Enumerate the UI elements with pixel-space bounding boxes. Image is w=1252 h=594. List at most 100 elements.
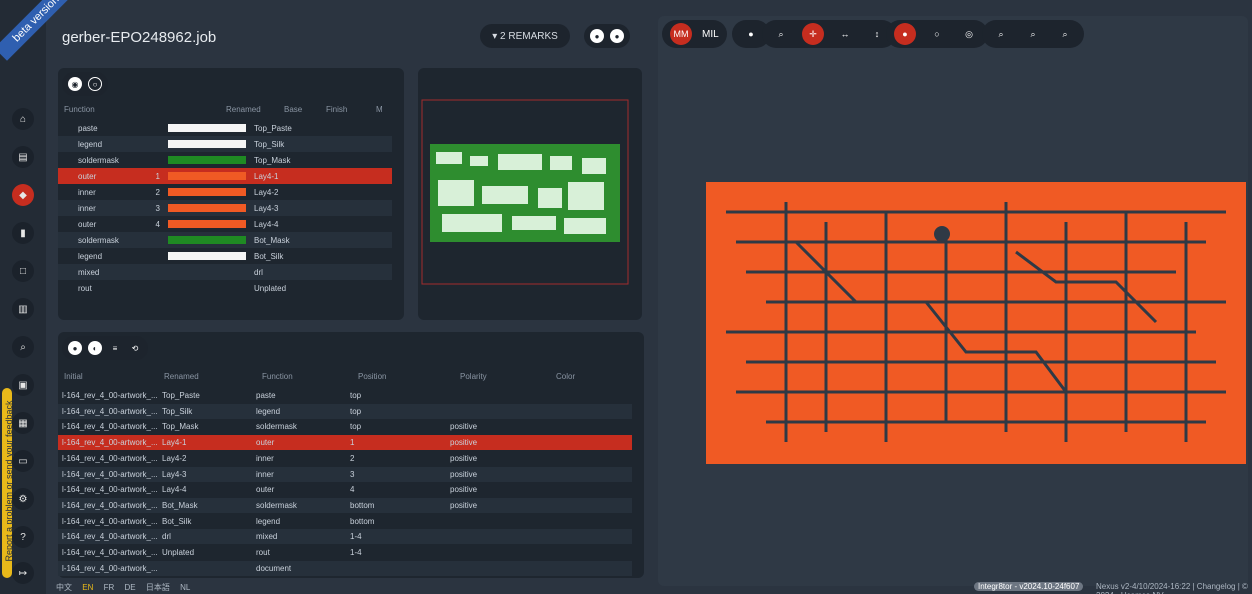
preview-panel bbox=[418, 68, 642, 320]
logout-icon[interactable]: ↦ bbox=[12, 562, 34, 584]
header-action-pill: ● ● bbox=[584, 24, 630, 48]
horizontal-icon[interactable]: ↔ bbox=[834, 23, 856, 45]
home-icon[interactable]: ⌂ bbox=[12, 108, 34, 130]
lang-nl[interactable]: NL bbox=[180, 583, 190, 592]
table-position: 1-4 bbox=[350, 548, 362, 557]
search-icon[interactable]: ⌕ bbox=[12, 336, 34, 358]
preview-svg bbox=[421, 99, 629, 285]
refresh-icon[interactable]: ⟲ bbox=[128, 341, 142, 355]
table-function: inner bbox=[256, 469, 274, 479]
table-renamed: Top_Silk bbox=[162, 406, 193, 416]
copyright: Nexus v2-4/10/2024-16:22 | Changelog | ©… bbox=[1096, 582, 1248, 594]
pcb-hole bbox=[934, 226, 950, 242]
vertical-icon[interactable]: ↕ bbox=[866, 23, 888, 45]
view-target-icon[interactable]: ◎ bbox=[958, 23, 980, 45]
header-action-2-icon[interactable]: ● bbox=[610, 29, 624, 43]
lang-en[interactable]: EN bbox=[82, 583, 93, 592]
table-initial: l-164_rev_4_00-artwork_... bbox=[62, 469, 158, 479]
table-position: top bbox=[350, 422, 362, 432]
layer-renamed: Lay4-3 bbox=[254, 203, 279, 213]
feedback-tab[interactable]: Report a problem or send your feedback bbox=[2, 388, 14, 578]
lang-fr[interactable]: FR bbox=[104, 583, 115, 592]
layer-row[interactable]: legend Top_Silk bbox=[58, 136, 392, 152]
table-row[interactable]: l-164_rev_4_00-artwork_... Lay4-3 inner … bbox=[58, 466, 632, 482]
feedback-label: Report a problem or send your feedback bbox=[4, 400, 14, 562]
square-icon[interactable]: □ bbox=[12, 260, 34, 282]
layer-row[interactable]: mixed drl bbox=[58, 264, 392, 280]
layer-row[interactable]: soldermask Top_Mask bbox=[58, 152, 392, 168]
language-links: 中文 EN FR DE 日本語 NL bbox=[56, 582, 190, 593]
lang-de[interactable]: DE bbox=[125, 583, 136, 592]
layer-row[interactable]: paste Top_Paste bbox=[58, 120, 392, 136]
table-header-initial: Initial bbox=[64, 372, 83, 381]
table-initial: l-164_rev_4_00-artwork_... bbox=[62, 438, 158, 448]
mm-button[interactable]: MM bbox=[670, 23, 692, 45]
table-polarity: positive bbox=[450, 469, 478, 479]
layer-renamed: Top_Paste bbox=[254, 123, 292, 133]
info-icon[interactable]: ● bbox=[740, 23, 762, 45]
table-function: legend bbox=[256, 406, 281, 416]
layer-row[interactable]: rout Unplated bbox=[58, 280, 392, 296]
job-title: gerber-EPO248962.job bbox=[62, 29, 217, 46]
table-row[interactable]: l-164_rev_4_00-artwork_... Lay4-4 outer … bbox=[58, 482, 632, 498]
eye-icon[interactable]: ◉ bbox=[68, 77, 82, 91]
table-function: soldermask bbox=[256, 422, 297, 432]
view-outline-icon[interactable]: ○ bbox=[926, 23, 948, 45]
list-icon[interactable]: ≡ bbox=[108, 341, 122, 355]
chart-icon[interactable]: ▥ bbox=[12, 298, 34, 320]
table-row[interactable]: l-164_rev_4_00-artwork_... Top_Mask sold… bbox=[58, 419, 632, 435]
table-row[interactable]: l-164_rev_4_00-artwork_... document bbox=[58, 560, 632, 576]
mil-button[interactable]: MIL bbox=[702, 29, 719, 40]
table-function: soldermask bbox=[256, 500, 297, 510]
layer-file-icon[interactable]: ◐ bbox=[88, 341, 102, 355]
table-position: 1 bbox=[350, 438, 355, 448]
table-row[interactable]: l-164_rev_4_00-artwork_... Lay4-1 outer … bbox=[58, 435, 632, 451]
box-icon[interactable]: ▣ bbox=[12, 374, 34, 396]
table-row[interactable]: l-164_rev_4_00-artwork_... Bot_Mask sold… bbox=[58, 497, 632, 513]
pcb-render[interactable] bbox=[706, 182, 1246, 464]
table-position: bottom bbox=[350, 500, 375, 510]
table-function: document bbox=[256, 563, 292, 573]
lang-zh[interactable]: 中文 bbox=[56, 583, 72, 592]
layer-function: rout bbox=[78, 283, 92, 293]
layer-swatch bbox=[168, 220, 246, 228]
layer-renamed: Lay4-2 bbox=[254, 187, 279, 197]
zoom-out-icon[interactable]: ⌕ bbox=[1022, 23, 1044, 45]
table-position: top bbox=[350, 406, 362, 416]
table-row[interactable]: l-164_rev_4_00-artwork_... Bot_Silk lege… bbox=[58, 513, 632, 529]
layer-row[interactable]: soldermask Bot_Mask bbox=[58, 232, 392, 248]
layer-row[interactable]: outer 4 Lay4-4 bbox=[58, 216, 392, 232]
lang-ja[interactable]: 日本語 bbox=[146, 583, 170, 592]
layer-function: legend bbox=[78, 251, 103, 261]
table-row[interactable]: l-164_rev_4_00-artwork_... Top_Paste pas… bbox=[58, 388, 632, 403]
zoom-in-icon[interactable]: ⌕ bbox=[990, 23, 1012, 45]
remarks-button[interactable]: ▾ 2 REMARKS bbox=[480, 24, 570, 48]
layer-renamed: Top_Mask bbox=[254, 155, 291, 165]
table-row[interactable]: l-164_rev_4_00-artwork_... Lay4-2 inner … bbox=[58, 450, 632, 466]
grid-icon[interactable]: ▦ bbox=[12, 412, 34, 434]
gear-icon[interactable]: ⚙ bbox=[12, 488, 34, 510]
hide-icon[interactable]: ○ bbox=[88, 77, 102, 91]
layer-row[interactable]: inner 2 Lay4-2 bbox=[58, 184, 392, 200]
table-row[interactable]: l-164_rev_4_00-artwork_... drl mixed 1-4 bbox=[58, 529, 632, 545]
help-icon[interactable]: ? bbox=[12, 526, 34, 548]
table-icon[interactable]: ▭ bbox=[12, 450, 34, 472]
zoom-toolbar: ⌕ ⌕ ⌕ bbox=[982, 20, 1084, 48]
move-icon[interactable]: ✛ bbox=[802, 23, 824, 45]
zoom-fit-icon[interactable]: ⌕ bbox=[1054, 23, 1076, 45]
layers-icon[interactable]: ◆ bbox=[12, 184, 34, 206]
layer-row[interactable]: legend Bot_Silk bbox=[58, 248, 392, 264]
table-row[interactable]: l-164_rev_4_00-artwork_... Unplated rout… bbox=[58, 545, 632, 560]
layer-row[interactable]: inner 3 Lay4-3 bbox=[58, 200, 392, 216]
layer-function: paste bbox=[78, 123, 98, 133]
doc-icon[interactable]: ▤ bbox=[12, 146, 34, 168]
table-row[interactable]: l-164_rev_4_00-artwork_... Top_Silk lege… bbox=[58, 403, 632, 419]
layer-function: outer bbox=[78, 171, 97, 181]
layer-function: mixed bbox=[78, 267, 100, 277]
layer-row[interactable]: outer 1 Lay4-1 bbox=[58, 168, 392, 184]
header-action-1-icon[interactable]: ● bbox=[590, 29, 604, 43]
add-file-icon[interactable]: ● bbox=[68, 341, 82, 355]
drill-icon[interactable]: ▮ bbox=[12, 222, 34, 244]
view-solid-icon[interactable]: ● bbox=[894, 23, 916, 45]
search-tool-icon[interactable]: ⌕ bbox=[770, 23, 792, 45]
